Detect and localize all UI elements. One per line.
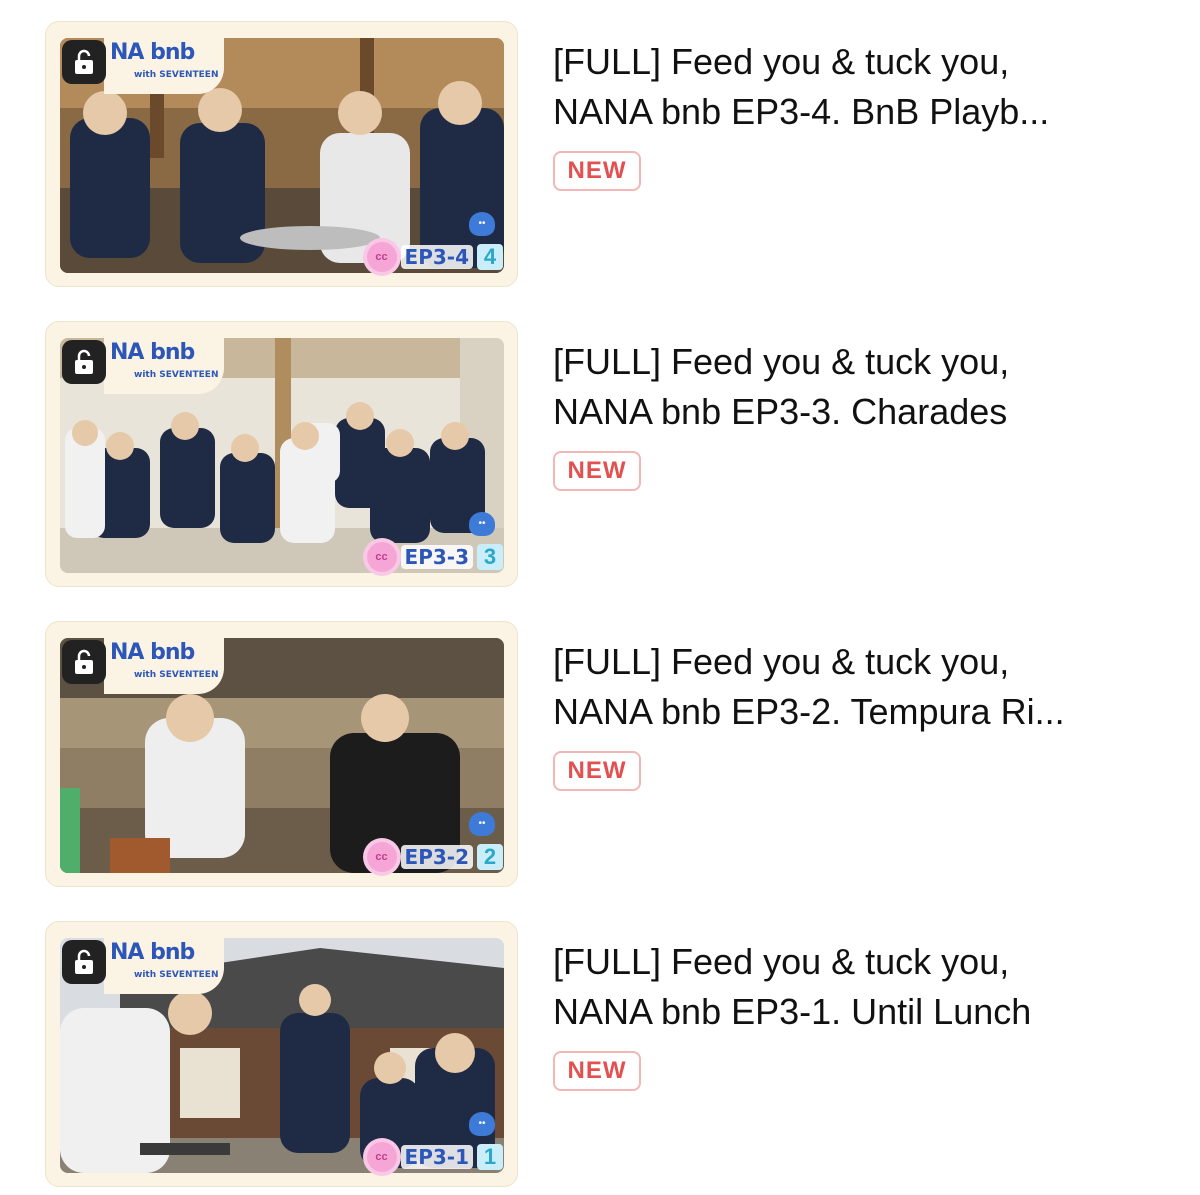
episode-badge: cc EP3-3 3 xyxy=(366,542,503,572)
flower-icon: cc xyxy=(366,1142,397,1172)
show-logo: NA bnb with SEVENTEEN xyxy=(104,932,224,994)
new-badge: NEW xyxy=(553,451,641,491)
mascot-icon: •• xyxy=(469,812,495,836)
unlock-icon xyxy=(62,340,106,384)
show-logo: NA bnb with SEVENTEEN xyxy=(104,32,224,94)
video-item[interactable]: NA bnb with SEVENTEEN •• cc EP3-2 2 [FUL… xyxy=(0,621,1200,891)
house-number-icon: 4 xyxy=(477,244,503,270)
video-title[interactable]: [FULL] Feed you & tuck you, NANA bnb EP3… xyxy=(553,337,1173,437)
mascot-icon: •• xyxy=(469,212,495,236)
video-list: NA bnb with SEVENTEEN •• cc EP3-4 4 [FUL… xyxy=(0,0,1200,1195)
episode-badge: cc EP3-4 4 xyxy=(366,242,503,272)
video-title[interactable]: [FULL] Feed you & tuck you, NANA bnb EP3… xyxy=(553,637,1173,737)
new-badge: NEW xyxy=(553,751,641,791)
video-item[interactable]: NA bnb with SEVENTEEN •• cc EP3-3 3 [FUL… xyxy=(0,321,1200,591)
video-title[interactable]: [FULL] Feed you & tuck you, NANA bnb EP3… xyxy=(553,37,1173,137)
video-title[interactable]: [FULL] Feed you & tuck you, NANA bnb EP3… xyxy=(553,937,1173,1037)
new-badge: NEW xyxy=(553,151,641,191)
video-thumbnail[interactable]: NA bnb with SEVENTEEN •• cc EP3-3 3 xyxy=(45,321,518,587)
unlock-icon xyxy=(62,40,106,84)
video-item[interactable]: NA bnb with SEVENTEEN •• cc EP3-1 1 [FUL… xyxy=(0,921,1200,1191)
video-thumbnail[interactable]: NA bnb with SEVENTEEN •• cc EP3-4 4 xyxy=(45,21,518,287)
flower-icon: cc xyxy=(366,542,397,572)
video-thumbnail[interactable]: NA bnb with SEVENTEEN •• cc EP3-1 1 xyxy=(45,921,518,1187)
unlock-icon xyxy=(62,640,106,684)
video-thumbnail[interactable]: NA bnb with SEVENTEEN •• cc EP3-2 2 xyxy=(45,621,518,887)
new-badge: NEW xyxy=(553,1051,641,1091)
episode-badge: cc EP3-1 1 xyxy=(366,1142,503,1172)
unlock-icon xyxy=(62,940,106,984)
flower-icon: cc xyxy=(366,242,397,272)
mascot-icon: •• xyxy=(469,512,495,536)
house-number-icon: 3 xyxy=(477,544,503,570)
mascot-icon: •• xyxy=(469,1112,495,1136)
house-number-icon: 2 xyxy=(477,844,503,870)
show-logo: NA bnb with SEVENTEEN xyxy=(104,632,224,694)
video-item[interactable]: NA bnb with SEVENTEEN •• cc EP3-4 4 [FUL… xyxy=(0,21,1200,291)
house-number-icon: 1 xyxy=(477,1144,503,1170)
flower-icon: cc xyxy=(366,842,397,872)
episode-badge: cc EP3-2 2 xyxy=(366,842,503,872)
show-logo: NA bnb with SEVENTEEN xyxy=(104,332,224,394)
